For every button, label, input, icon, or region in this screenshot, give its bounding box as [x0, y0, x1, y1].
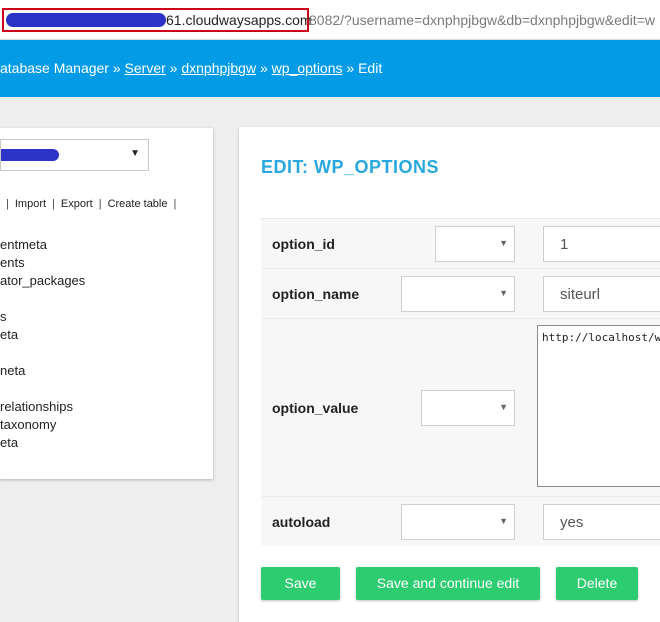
function-select[interactable]: ▼ — [435, 226, 515, 262]
edit-panel: EDIT: WP_OPTIONS option_id ▼ 1 option_na… — [239, 127, 660, 622]
url-redaction — [6, 13, 166, 27]
table-list-item[interactable]: eta — [0, 326, 85, 344]
table-list-item[interactable]: taxonomy — [0, 416, 85, 434]
chevron-down-icon: ▼ — [499, 516, 508, 526]
chevron-down-icon: ▼ — [499, 288, 508, 298]
chevron-down-icon: ▼ — [130, 148, 140, 159]
form-row-autoload: autoload ▼ yes — [261, 496, 660, 546]
breadcrumb-separator: » — [346, 60, 355, 76]
breadcrumb: atabase Manager » Server » dxnphpjbgw » … — [0, 60, 382, 76]
function-select[interactable]: ▼ — [401, 276, 515, 312]
table-list-item[interactable]: ator_packages — [0, 272, 85, 290]
link-separator: | — [98, 198, 102, 210]
form-row-option-value: option_value ▼ http://localhost/wordp — [261, 318, 660, 496]
table-list-item[interactable]: s — [0, 308, 85, 326]
table-list-item[interactable]: relationships — [0, 398, 85, 416]
field-label: option_id — [272, 236, 335, 252]
link-separator: | — [6, 198, 9, 210]
db-name-redaction — [1, 149, 59, 161]
table-list-item[interactable]: eta — [0, 434, 85, 452]
sidebar-links: | Import | Export | Create table | — [0, 198, 182, 210]
breadcrumb-separator: » — [112, 60, 121, 76]
breadcrumb-server-link[interactable]: Server — [125, 60, 166, 76]
field-label: autoload — [272, 514, 331, 530]
option-name-input[interactable]: siteurl — [543, 276, 660, 312]
link-separator: | — [52, 198, 55, 210]
url-domain: 61.cloudwaysapps.com — [166, 12, 312, 28]
url-path: 8082/?username=dxnphpjbgw&db=dxnphpjbgw&… — [309, 12, 655, 28]
form-row-option-name: option_name ▼ siteurl — [261, 268, 660, 318]
link-separator: | — [173, 198, 177, 210]
table-list-item[interactable]: neta — [0, 362, 85, 380]
function-select[interactable]: ▼ — [401, 504, 515, 540]
create-table-link[interactable]: Create table — [108, 198, 168, 210]
breadcrumb-root: atabase Manager — [0, 60, 109, 76]
address-bar[interactable]: 61.cloudwaysapps.com 8082/?username=dxnp… — [0, 0, 660, 40]
option-id-input[interactable]: 1 — [543, 226, 660, 262]
export-link[interactable]: Export — [61, 198, 93, 210]
save-and-continue-button[interactable]: Save and continue edit — [356, 567, 540, 600]
app-header: atabase Manager » Server » dxnphpjbgw » … — [0, 40, 660, 97]
database-select[interactable]: ▼ — [0, 139, 149, 171]
page-title: EDIT: WP_OPTIONS — [261, 157, 440, 177]
sidebar: ▼ | Import | Export | Create table | entmeta e… — [0, 128, 213, 479]
function-select[interactable]: ▼ — [421, 390, 515, 426]
table-list-item[interactable]: entmeta — [0, 236, 85, 254]
field-label: option_name — [272, 286, 360, 302]
delete-button[interactable]: Delete — [556, 567, 638, 600]
breadcrumb-table-link[interactable]: wp_options — [272, 60, 343, 76]
breadcrumb-separator: » — [259, 60, 268, 76]
autoload-input[interactable]: yes — [543, 504, 660, 540]
table-list: entmeta ents ator_packages s eta neta re… — [0, 236, 85, 452]
chevron-down-icon: ▼ — [499, 238, 508, 248]
breadcrumb-db-link[interactable]: dxnphpjbgw — [181, 60, 256, 76]
import-link[interactable]: Import — [15, 198, 46, 210]
chevron-down-icon: ▼ — [499, 402, 508, 412]
table-list-item[interactable]: ents — [0, 254, 85, 272]
table-list-item[interactable] — [0, 344, 85, 362]
breadcrumb-current: Edit — [358, 60, 383, 76]
save-button[interactable]: Save — [261, 567, 340, 600]
field-label: option_value — [272, 400, 359, 416]
table-list-item[interactable] — [0, 290, 85, 308]
table-list-item[interactable] — [0, 380, 85, 398]
form-row-option-id: option_id ▼ 1 — [261, 218, 660, 268]
option-value-textarea[interactable]: http://localhost/wordp — [537, 325, 660, 487]
breadcrumb-separator: » — [169, 60, 178, 76]
